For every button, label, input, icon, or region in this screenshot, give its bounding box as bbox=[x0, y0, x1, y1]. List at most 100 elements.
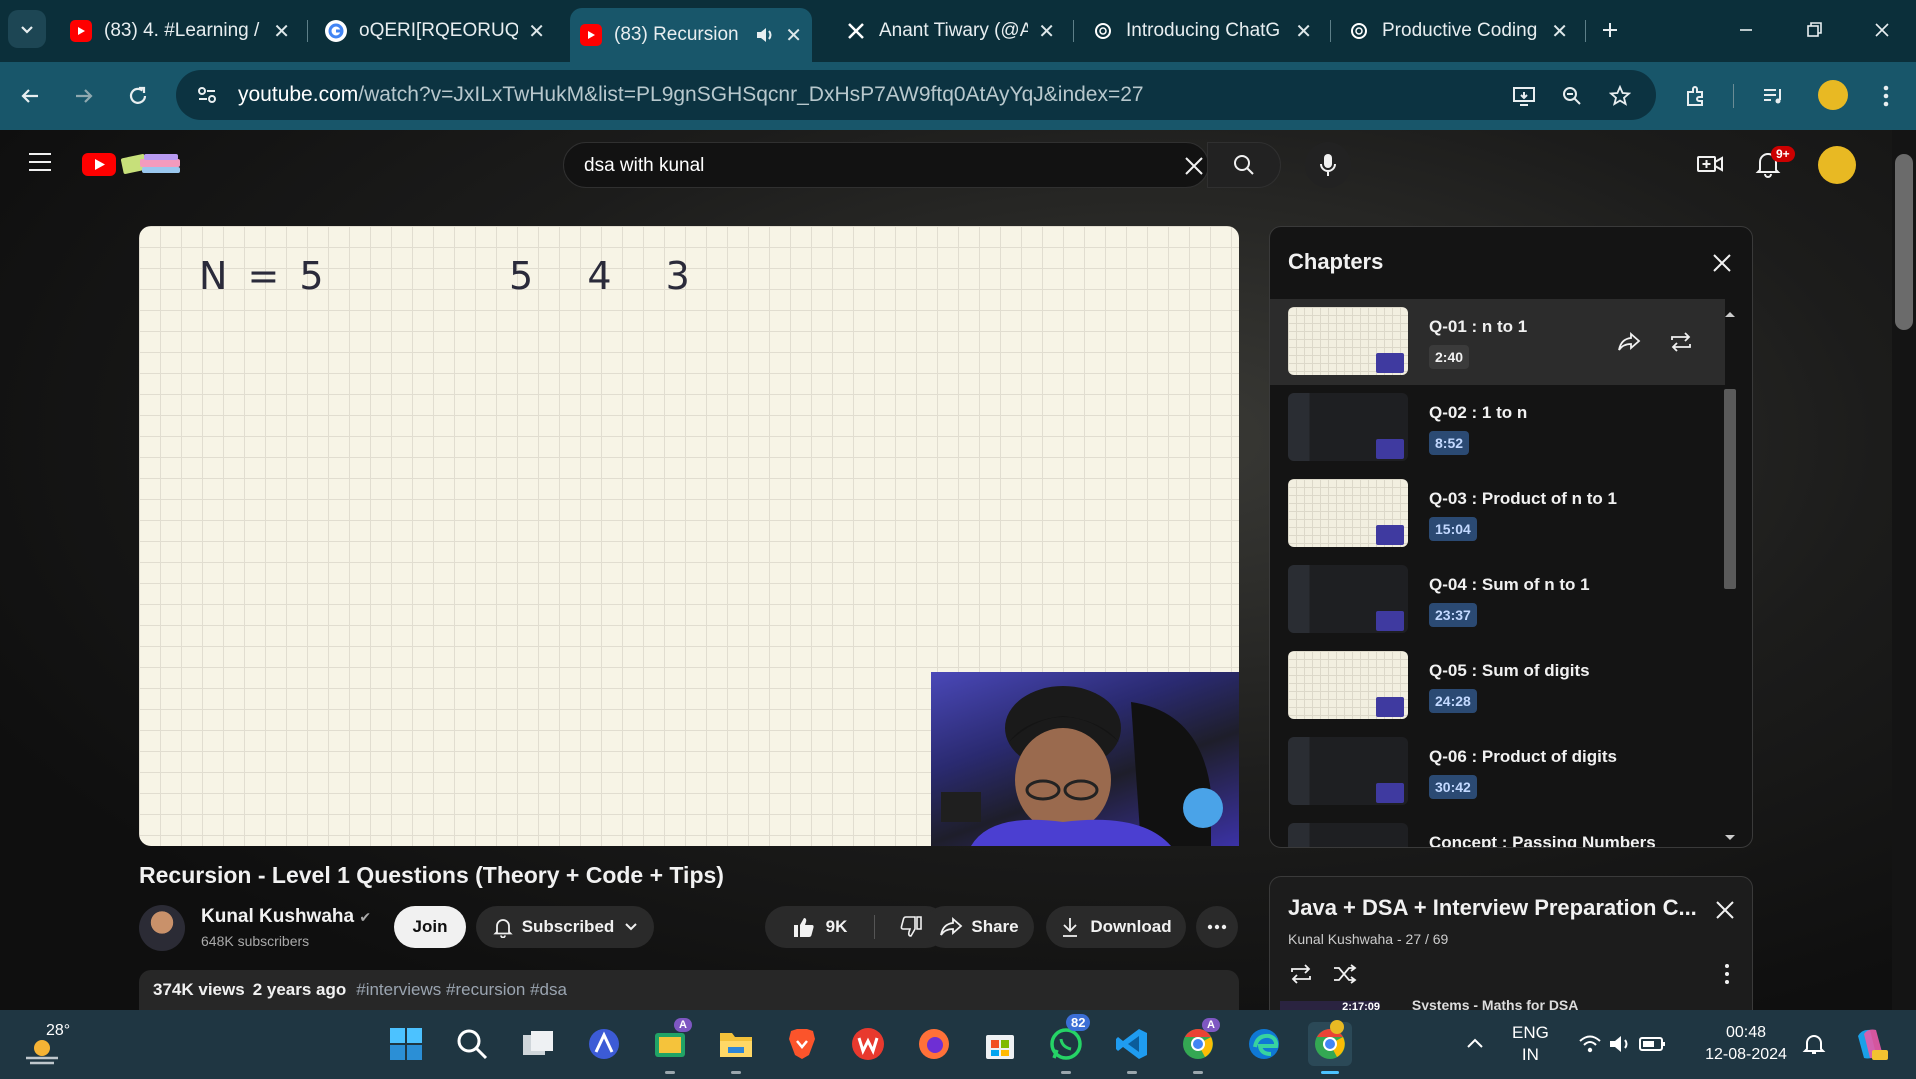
new-tab-button[interactable] bbox=[1590, 14, 1630, 46]
taskbar-wps-office[interactable] bbox=[846, 1022, 890, 1066]
playlist-menu-button[interactable] bbox=[1724, 963, 1730, 985]
chapters-scrollbar[interactable] bbox=[1722, 309, 1738, 845]
tab-search-button[interactable] bbox=[8, 10, 46, 48]
tab-productive-coding[interactable]: Productive Coding ✕ bbox=[1338, 8, 1578, 54]
channel-avatar[interactable] bbox=[139, 905, 185, 951]
video-description[interactable]: 374K views 2 years ago #interviews #recu… bbox=[139, 970, 1239, 1010]
channel-name[interactable]: Kunal Kushwaha ✔ bbox=[201, 906, 371, 928]
shuffle-playlist-button[interactable] bbox=[1332, 963, 1358, 985]
start-button[interactable] bbox=[384, 1022, 428, 1066]
taskbar-chrome-profile-a[interactable]: A bbox=[1176, 1018, 1220, 1074]
close-chapters-button[interactable] bbox=[1706, 247, 1738, 279]
chapter-thumbnail[interactable] bbox=[1288, 393, 1408, 461]
show-hidden-icons-button[interactable] bbox=[1465, 1036, 1485, 1050]
forward-button[interactable] bbox=[66, 78, 102, 114]
tab-learning[interactable]: (83) 4. #Learning / ✕ bbox=[60, 8, 300, 54]
taskbar-app-classroom[interactable]: A bbox=[648, 1018, 692, 1074]
tab-close-icon[interactable]: ✕ bbox=[528, 19, 545, 44]
chapter-item[interactable]: Q-01 : n to 1 2:40 bbox=[1270, 299, 1725, 385]
restore-window-button[interactable] bbox=[1794, 14, 1834, 46]
zoom-button[interactable] bbox=[1554, 78, 1590, 114]
loop-playlist-button[interactable] bbox=[1288, 963, 1314, 985]
chapters-scroll-thumb[interactable] bbox=[1724, 389, 1736, 589]
address-bar[interactable]: youtube.com/watch?v=JxILxTwHukM&list=PL9… bbox=[176, 70, 1656, 120]
notifications-button[interactable]: 9+ bbox=[1755, 146, 1795, 178]
media-controls-button[interactable] bbox=[1756, 78, 1792, 114]
taskbar-edge[interactable] bbox=[1242, 1022, 1286, 1066]
taskbar-firefox[interactable] bbox=[912, 1022, 956, 1066]
playlist-next-item[interactable]: 2:17:09 Systems - Maths for DSA bbox=[1280, 997, 1740, 1011]
search-button[interactable] bbox=[1207, 142, 1281, 188]
chapter-thumbnail[interactable] bbox=[1288, 823, 1408, 847]
chapter-timestamp[interactable]: 23:37 bbox=[1429, 603, 1477, 627]
clock[interactable]: 00:48 12-08-2024 bbox=[1698, 1022, 1794, 1066]
chapter-timestamp[interactable]: 8:52 bbox=[1429, 431, 1470, 455]
create-button[interactable] bbox=[1696, 152, 1724, 176]
more-actions-button[interactable] bbox=[1196, 906, 1238, 948]
loop-chapter-icon[interactable] bbox=[1668, 331, 1694, 353]
tab-close-icon[interactable]: ✕ bbox=[785, 23, 802, 48]
close-playlist-button[interactable] bbox=[1714, 899, 1736, 921]
install-app-button[interactable] bbox=[1506, 78, 1542, 114]
chapter-thumbnail[interactable] bbox=[1288, 565, 1408, 633]
chapter-thumbnail[interactable] bbox=[1288, 479, 1408, 547]
extensions-button[interactable] bbox=[1678, 78, 1714, 114]
profile-avatar[interactable] bbox=[1818, 80, 1848, 110]
tab-close-icon[interactable]: ✕ bbox=[273, 19, 290, 44]
reload-button[interactable] bbox=[120, 78, 156, 114]
search-input[interactable] bbox=[582, 143, 1126, 189]
tab-recursion-active[interactable]: (83) Recursion ✕ bbox=[570, 8, 812, 62]
network-volume-battery-group[interactable] bbox=[1578, 1032, 1668, 1056]
join-button[interactable]: Join bbox=[394, 906, 466, 948]
taskbar-vscode[interactable] bbox=[1110, 1022, 1154, 1074]
tab-x-profile[interactable]: Anant Tiwary (@Ar ✕ bbox=[825, 8, 1065, 54]
copilot-button[interactable] bbox=[1852, 1026, 1888, 1062]
scroll-up-icon[interactable] bbox=[1722, 309, 1738, 319]
share-chapter-icon[interactable] bbox=[1616, 331, 1642, 353]
youtube-logo[interactable] bbox=[82, 150, 202, 178]
voice-search-button[interactable] bbox=[1305, 142, 1351, 188]
chapter-timestamp[interactable]: 15:04 bbox=[1429, 517, 1477, 541]
account-avatar[interactable] bbox=[1818, 146, 1856, 184]
input-language-indicator[interactable]: ENG IN bbox=[1512, 1022, 1549, 1066]
notification-center-button[interactable] bbox=[1802, 1032, 1826, 1056]
page-scroll-thumb[interactable] bbox=[1895, 154, 1913, 330]
chapter-timestamp[interactable]: 30:42 bbox=[1429, 775, 1477, 799]
speaker-audio-icon[interactable] bbox=[755, 26, 775, 44]
chapter-item[interactable]: Q-05 : Sum of digits 24:28 bbox=[1270, 643, 1725, 729]
taskbar-chrome-active[interactable] bbox=[1308, 1020, 1352, 1074]
back-button[interactable] bbox=[12, 78, 48, 114]
guide-menu-button[interactable] bbox=[28, 152, 52, 172]
download-button[interactable]: Download bbox=[1046, 906, 1186, 948]
taskbar-app-arc[interactable] bbox=[582, 1022, 626, 1066]
taskbar-whatsapp[interactable]: 82 bbox=[1044, 1014, 1091, 1074]
chapter-thumbnail[interactable] bbox=[1288, 737, 1408, 805]
chapter-item[interactable]: Q-04 : Sum of n to 1 23:37 bbox=[1270, 557, 1725, 643]
weather-widget[interactable]: 28° bbox=[24, 1022, 84, 1072]
taskbar-microsoft-store[interactable] bbox=[978, 1022, 1022, 1066]
chapter-thumbnail[interactable] bbox=[1288, 307, 1408, 375]
clear-search-icon[interactable] bbox=[1184, 156, 1204, 176]
chapter-item[interactable]: Q-03 : Product of n to 1 15:04 bbox=[1270, 471, 1725, 557]
bookmark-button[interactable] bbox=[1602, 78, 1638, 114]
scroll-down-icon[interactable] bbox=[1722, 833, 1738, 843]
chapter-timestamp[interactable]: 24:28 bbox=[1429, 689, 1477, 713]
tab-chatgpt[interactable]: Introducing ChatG ✕ bbox=[1082, 8, 1322, 54]
like-button[interactable]: 9K bbox=[766, 916, 874, 938]
tab-close-icon[interactable]: ✕ bbox=[1551, 19, 1568, 44]
playlist-title[interactable]: Java + DSA + Interview Preparation C... bbox=[1288, 895, 1697, 921]
chapter-item[interactable]: Q-02 : 1 to n 8:52 bbox=[1270, 385, 1725, 471]
task-view-button[interactable] bbox=[516, 1022, 560, 1066]
chapter-item[interactable]: Q-06 : Product of digits 30:42 bbox=[1270, 729, 1725, 815]
browser-menu-button[interactable] bbox=[1868, 78, 1904, 114]
subscribed-button[interactable]: Subscribed bbox=[476, 906, 654, 948]
taskbar-brave-browser[interactable] bbox=[780, 1022, 824, 1066]
taskbar-search-button[interactable] bbox=[450, 1022, 494, 1066]
search-box[interactable] bbox=[563, 142, 1209, 189]
tab-google[interactable]: oQERI[RQEORUQE ✕ bbox=[315, 8, 555, 54]
tab-close-icon[interactable]: ✕ bbox=[1038, 19, 1055, 44]
hashtags[interactable]: #interviews #recursion #dsa bbox=[356, 980, 567, 1000]
chapter-timestamp[interactable]: 2:40 bbox=[1429, 345, 1470, 369]
share-button[interactable]: Share bbox=[924, 906, 1034, 948]
site-info-icon[interactable] bbox=[196, 84, 222, 106]
